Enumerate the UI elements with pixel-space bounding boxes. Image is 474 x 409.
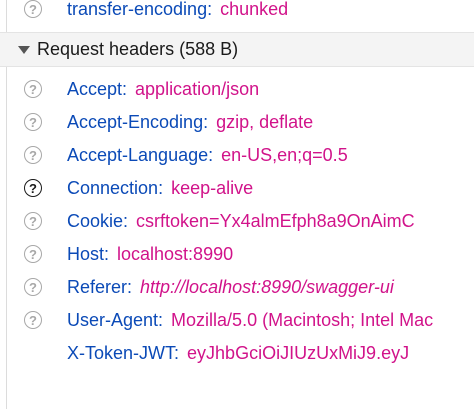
header-name: Connection: xyxy=(67,177,164,198)
header-row-text: User-Agent: Mozilla/5.0 (Macintosh; Intel… xyxy=(67,310,433,331)
triangle-down-icon xyxy=(18,45,30,54)
header-row[interactable]: ? Accept-Encoding: gzip, deflate xyxy=(0,107,474,137)
header-row-text: X-Token-JWT: eyJhbGciOiJIUzUxMiJ9.eyJ xyxy=(67,343,409,364)
header-name: Accept-Language: xyxy=(67,144,214,165)
header-name: transfer-encoding: xyxy=(67,0,213,19)
question-circle-icon[interactable]: ? xyxy=(24,278,42,296)
header-name: Accept: xyxy=(67,78,128,99)
header-value[interactable]: localhost:8990 xyxy=(117,244,233,264)
question-circle-icon[interactable]: ? xyxy=(24,146,42,164)
question-circle-icon[interactable]: ? xyxy=(24,179,42,197)
header-row[interactable]: ? Accept: application/json xyxy=(0,74,474,104)
header-value[interactable]: chunked xyxy=(220,0,288,19)
header-value[interactable]: keep-alive xyxy=(171,178,253,198)
question-circle-icon[interactable]: ? xyxy=(24,80,42,98)
header-row-text: Connection: keep-alive xyxy=(67,178,253,199)
header-name: Cookie: xyxy=(67,210,129,231)
header-name: Referer: xyxy=(67,276,133,297)
question-circle-icon[interactable]: ? xyxy=(24,212,42,230)
header-row-text: Host: localhost:8990 xyxy=(67,244,233,265)
header-row[interactable]: X-Token-JWT: eyJhbGciOiJIUzUxMiJ9.eyJ xyxy=(0,338,474,368)
header-value[interactable]: csrftoken=Yx4almEfph8a9OnAimC xyxy=(136,211,415,231)
header-row-text: Accept-Language: en-US,en;q=0.5 xyxy=(67,145,348,166)
question-circle-icon[interactable]: ? xyxy=(24,0,42,18)
request-headers-section-toggle[interactable]: Request headers (588 B) xyxy=(0,32,474,67)
header-name: Accept-Encoding: xyxy=(67,111,209,132)
header-value[interactable]: Mozilla/5.0 (Macintosh; Intel Mac xyxy=(171,310,433,330)
header-value[interactable]: eyJhbGciOiJIUzUxMiJ9.eyJ xyxy=(187,343,409,363)
header-row[interactable]: ? Host: localhost:8990 xyxy=(0,239,474,269)
header-value[interactable]: application/json xyxy=(135,79,259,99)
question-circle-icon[interactable]: ? xyxy=(24,311,42,329)
header-row[interactable]: ? Accept-Language: en-US,en;q=0.5 xyxy=(0,140,474,170)
question-circle-icon[interactable]: ? xyxy=(24,113,42,131)
header-name: X-Token-JWT: xyxy=(67,342,180,363)
header-row[interactable]: ? Cookie: csrftoken=Yx4almEfph8a9OnAimC xyxy=(0,206,474,236)
header-value[interactable]: en-US,en;q=0.5 xyxy=(221,145,348,165)
header-row-text: Accept-Encoding: gzip, deflate xyxy=(67,112,313,133)
header-row[interactable]: ? Referer: http://localhost:8990/swagger-… xyxy=(0,272,474,302)
question-circle-icon[interactable]: ? xyxy=(24,245,42,263)
header-row-text: Referer: http://localhost:8990/swagger-ui xyxy=(67,277,394,298)
header-value[interactable]: gzip, deflate xyxy=(216,112,313,132)
header-row[interactable]: ? User-Agent: Mozilla/5.0 (Macintosh; Int… xyxy=(0,305,474,335)
header-name: Host: xyxy=(67,243,110,264)
header-row-transfer-encoding[interactable]: ? transfer-encoding: chunked xyxy=(0,0,474,24)
header-row-text: Cookie: csrftoken=Yx4almEfph8a9OnAimC xyxy=(67,211,415,232)
header-row-text: transfer-encoding: chunked xyxy=(67,0,288,20)
header-row[interactable]: ? Connection: keep-alive xyxy=(0,173,474,203)
header-name: User-Agent: xyxy=(67,309,164,330)
header-value[interactable]: http://localhost:8990/swagger-ui xyxy=(140,277,394,297)
section-title: Request headers (588 B) xyxy=(37,39,239,59)
header-row-text: Accept: application/json xyxy=(67,79,259,100)
